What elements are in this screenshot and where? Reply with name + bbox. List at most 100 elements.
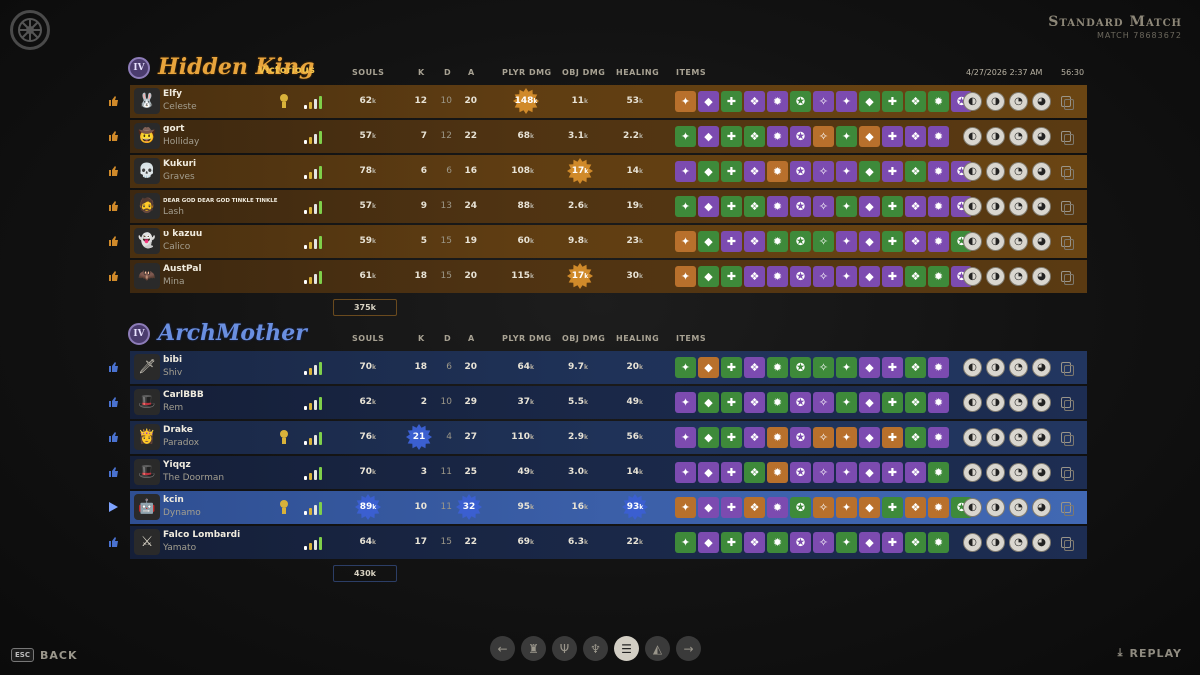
item-icon[interactable]: ✦ bbox=[675, 266, 696, 287]
item-icon[interactable]: ✧ bbox=[813, 266, 834, 287]
copy-icon[interactable] bbox=[1061, 467, 1074, 481]
ability-icon[interactable]: ◐ bbox=[963, 197, 982, 216]
player-name[interactable]: gort bbox=[163, 124, 184, 134]
item-icon[interactable]: ✧ bbox=[813, 392, 834, 413]
item-icon[interactable]: ❖ bbox=[905, 126, 926, 147]
hero-avatar[interactable]: 💀 bbox=[134, 158, 160, 184]
item-icon[interactable]: ✚ bbox=[882, 462, 903, 483]
item-icon[interactable]: ✚ bbox=[882, 497, 903, 518]
trophy-icon[interactable]: ♜ bbox=[521, 636, 546, 661]
ability-icon[interactable]: ◕ bbox=[1032, 92, 1051, 111]
ability-icon[interactable]: ◑ bbox=[986, 533, 1005, 552]
ability-icon[interactable]: ◑ bbox=[986, 127, 1005, 146]
ability-icon[interactable]: ◑ bbox=[986, 197, 1005, 216]
item-icon[interactable]: ❖ bbox=[905, 497, 926, 518]
item-icon[interactable]: ✚ bbox=[721, 532, 742, 553]
item-icon[interactable]: ◆ bbox=[859, 196, 880, 217]
item-icon[interactable]: ✦ bbox=[675, 357, 696, 378]
thumbs-up-icon[interactable] bbox=[108, 95, 119, 107]
item-icon[interactable]: ◆ bbox=[698, 392, 719, 413]
item-icon[interactable]: ✚ bbox=[882, 91, 903, 112]
ability-icon[interactable]: ◕ bbox=[1032, 162, 1051, 181]
item-icon[interactable]: ❖ bbox=[744, 161, 765, 182]
thumbs-up-icon[interactable] bbox=[108, 536, 119, 548]
item-icon[interactable]: ◆ bbox=[698, 91, 719, 112]
item-icon[interactable]: ✚ bbox=[882, 532, 903, 553]
lanes-icon[interactable]: Ψ bbox=[552, 636, 577, 661]
item-icon[interactable]: ✹ bbox=[928, 161, 949, 182]
copy-icon[interactable] bbox=[1061, 432, 1074, 446]
player-name[interactable]: υ kazuu bbox=[163, 229, 202, 239]
ability-icon[interactable]: ◑ bbox=[986, 358, 1005, 377]
hero-avatar[interactable]: 🗡 bbox=[134, 354, 160, 380]
player-row[interactable]: 👸 Drake Paradox 76k 21 4 27 110k 2.9k 56k ✦ ◆ ✚ ❖ ✹ ✪ ✧ ✦… bbox=[109, 421, 1087, 454]
item-icon[interactable]: ✚ bbox=[721, 196, 742, 217]
item-icon[interactable]: ❖ bbox=[905, 462, 926, 483]
ability-icon[interactable]: ◑ bbox=[986, 232, 1005, 251]
item-icon[interactable]: ✚ bbox=[882, 161, 903, 182]
ability-icon[interactable]: ◔ bbox=[1009, 232, 1028, 251]
item-icon[interactable]: ✪ bbox=[790, 196, 811, 217]
player-row[interactable]: 🎩 CarlBBB Rem 62k 2 10 29 37k 5.5k 49k ✦ ◆ ✚ ❖ ✹ ✪ ✧ ✦ ◆ ✚ ❖… bbox=[109, 386, 1087, 419]
item-icon[interactable]: ✪ bbox=[790, 161, 811, 182]
player-name[interactable]: AustPal bbox=[163, 264, 202, 274]
item-icon[interactable]: ✪ bbox=[790, 231, 811, 252]
item-icon[interactable]: ✦ bbox=[836, 126, 857, 147]
item-icon[interactable]: ✹ bbox=[767, 532, 788, 553]
item-icon[interactable]: ◆ bbox=[698, 231, 719, 252]
item-icon[interactable]: ✚ bbox=[721, 427, 742, 448]
player-row[interactable]: 🧔 DEAR GOD DEAR GOD TINKLE TINKLE Lash 57k 9… bbox=[109, 190, 1087, 223]
ability-icon[interactable]: ◔ bbox=[1009, 393, 1028, 412]
item-icon[interactable]: ◆ bbox=[859, 91, 880, 112]
item-icon[interactable]: ✹ bbox=[767, 231, 788, 252]
item-icon[interactable]: ❖ bbox=[905, 392, 926, 413]
item-icon[interactable]: ◆ bbox=[859, 392, 880, 413]
ability-icon[interactable]: ◕ bbox=[1032, 197, 1051, 216]
item-icon[interactable]: ✦ bbox=[675, 91, 696, 112]
item-icon[interactable]: ✪ bbox=[790, 462, 811, 483]
item-icon[interactable]: ◆ bbox=[859, 161, 880, 182]
player-row[interactable]: 🤖 kcin Dynamo 89 k 10 11 32 95k 16k 93 k ✦ ◆ ✚ ❖ ✹ ✪ ✧ ✦ ◆ ✚ ❖… bbox=[109, 491, 1087, 524]
thumbs-up-icon[interactable] bbox=[108, 165, 119, 177]
item-icon[interactable]: ◆ bbox=[698, 196, 719, 217]
item-icon[interactable]: ✹ bbox=[767, 427, 788, 448]
player-name[interactable]: Kukuri bbox=[163, 159, 196, 169]
hero-avatar[interactable]: 🎩 bbox=[134, 459, 160, 485]
ability-icon[interactable]: ◐ bbox=[963, 232, 982, 251]
item-icon[interactable]: ❖ bbox=[905, 266, 926, 287]
item-icon[interactable]: ❖ bbox=[744, 91, 765, 112]
item-icon[interactable]: ✦ bbox=[675, 126, 696, 147]
ability-icon[interactable]: ◐ bbox=[963, 127, 982, 146]
hero-avatar[interactable]: 🤠 bbox=[134, 123, 160, 149]
item-icon[interactable]: ✚ bbox=[721, 231, 742, 252]
ability-icon[interactable]: ◕ bbox=[1032, 127, 1051, 146]
thumbs-up-icon[interactable] bbox=[108, 396, 119, 408]
item-icon[interactable]: ✦ bbox=[675, 427, 696, 448]
item-icon[interactable]: ✚ bbox=[882, 392, 903, 413]
item-icon[interactable]: ◆ bbox=[859, 462, 880, 483]
item-icon[interactable]: ✧ bbox=[813, 126, 834, 147]
item-icon[interactable]: ✧ bbox=[813, 161, 834, 182]
item-icon[interactable]: ❖ bbox=[905, 532, 926, 553]
item-icon[interactable]: ✦ bbox=[836, 532, 857, 553]
item-icon[interactable]: ✧ bbox=[813, 357, 834, 378]
item-icon[interactable]: ❖ bbox=[744, 392, 765, 413]
copy-icon[interactable] bbox=[1061, 502, 1074, 516]
item-icon[interactable]: ✪ bbox=[790, 532, 811, 553]
ability-icon[interactable]: ◕ bbox=[1032, 393, 1051, 412]
ability-icon[interactable]: ◐ bbox=[963, 498, 982, 517]
player-row[interactable]: 🐰 Elfy Celeste 62k 12 10 20 148 k 11k 53k ✦ ◆ ✚ ❖ ✹ ✪ ✧ ✦ ◆… bbox=[109, 85, 1087, 118]
ability-icon[interactable]: ◑ bbox=[986, 267, 1005, 286]
item-icon[interactable]: ✪ bbox=[790, 126, 811, 147]
copy-icon[interactable] bbox=[1061, 201, 1074, 215]
player-name[interactable]: Drake bbox=[163, 425, 193, 435]
thumbs-up-icon[interactable] bbox=[108, 200, 119, 212]
item-icon[interactable]: ◆ bbox=[859, 231, 880, 252]
item-icon[interactable]: ◆ bbox=[859, 126, 880, 147]
item-icon[interactable]: ✚ bbox=[721, 266, 742, 287]
item-icon[interactable]: ✹ bbox=[767, 266, 788, 287]
item-icon[interactable]: ✪ bbox=[790, 91, 811, 112]
player-row[interactable]: 👻 υ kazuu Calico 59k 5 15 19 60k 9.8k 23k ✦ ◆ ✚ ❖ ✹ ✪ ✧ ✦… bbox=[109, 225, 1087, 258]
item-icon[interactable]: ✧ bbox=[813, 231, 834, 252]
item-icon[interactable]: ✦ bbox=[836, 497, 857, 518]
